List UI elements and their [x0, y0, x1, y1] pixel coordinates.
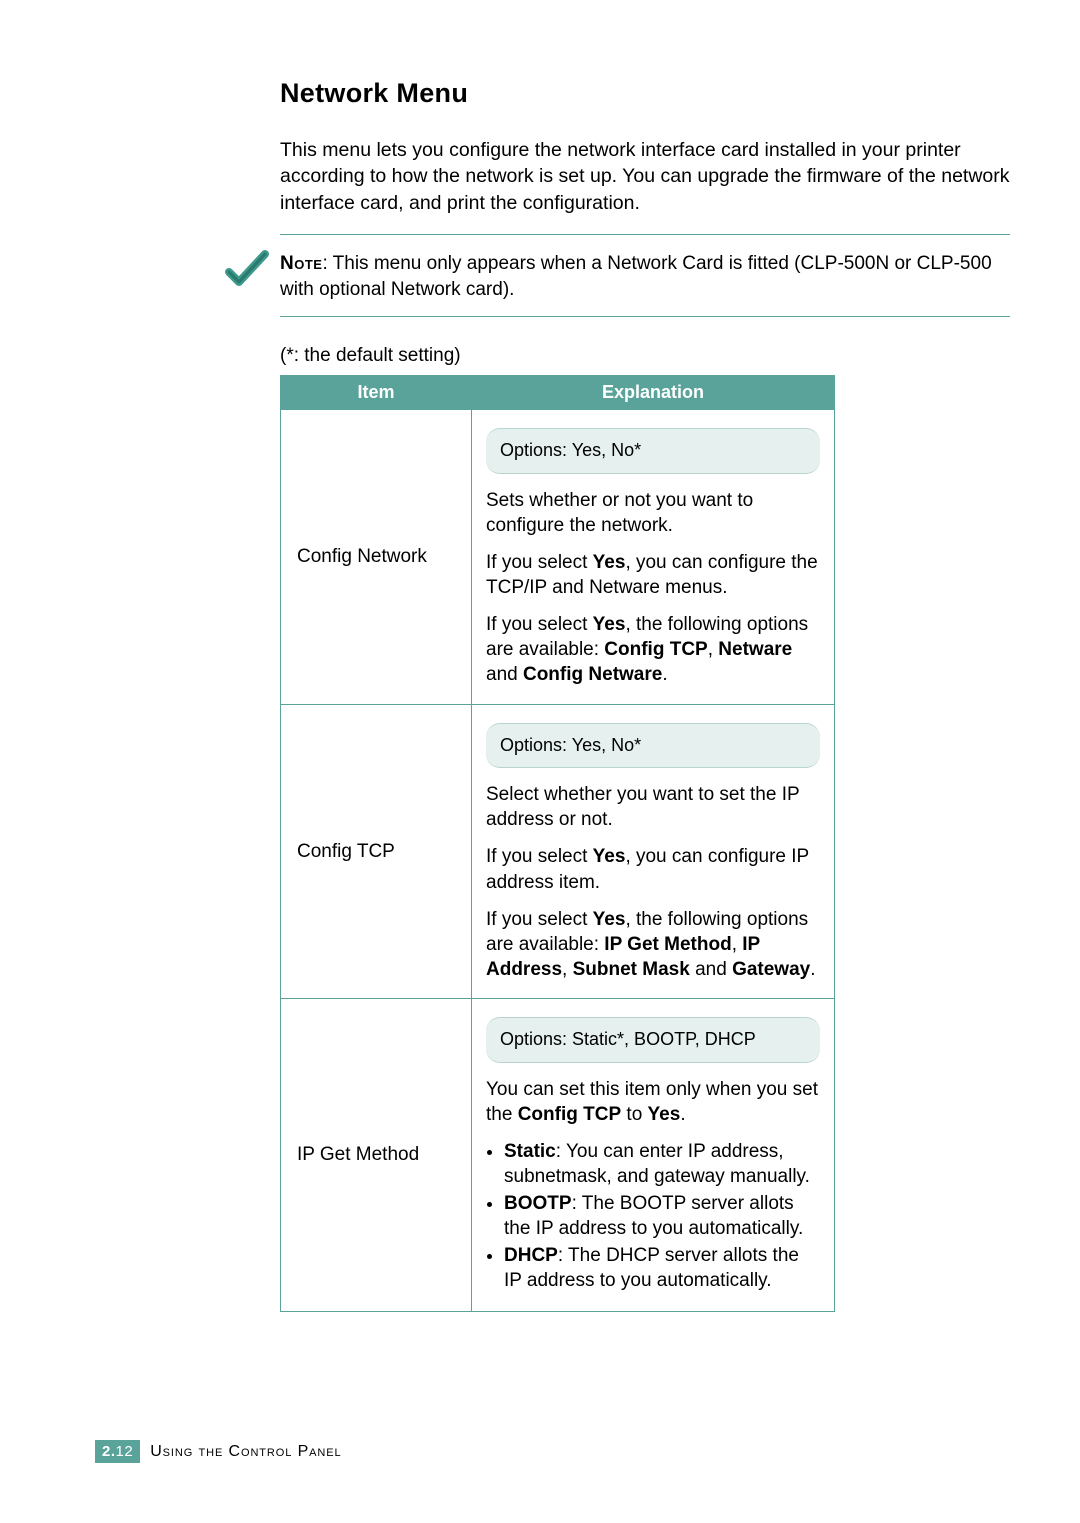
page-number-badge: 2.12 — [95, 1440, 140, 1463]
text: If you select — [486, 552, 593, 573]
options-box: Options: Static*, BOOTP, DHCP — [486, 1017, 820, 1063]
explanation-text: If you select Yes, you can configure the… — [486, 550, 820, 600]
item-cell: IP Get Method — [281, 998, 472, 1311]
explanation-text: You can set this item only when you set … — [486, 1077, 820, 1127]
item-cell: Config Network — [281, 410, 472, 704]
note-rule-bottom — [280, 316, 1010, 317]
bold-text: Config TCP — [518, 1104, 621, 1125]
bold-text: Static — [504, 1141, 556, 1162]
bold-text: Subnet Mask — [573, 959, 690, 980]
explanation-text: If you select Yes, the following options… — [486, 612, 820, 687]
default-marker: (*: the default setting) — [280, 345, 1010, 367]
options-table: Item Explanation Config Network Options:… — [280, 375, 835, 1312]
list-item: BOOTP: The BOOTP server allots the IP ad… — [504, 1191, 820, 1241]
explanation-text: Select whether you want to set the IP ad… — [486, 782, 820, 832]
text: , — [708, 639, 719, 660]
explanation-text: If you select Yes, the following options… — [486, 907, 820, 982]
bold-text: DHCP — [504, 1245, 558, 1266]
table-row: Config Network Options: Yes, No* Sets wh… — [281, 410, 835, 704]
list-item: DHCP: The DHCP server allots the IP addr… — [504, 1243, 820, 1293]
text: to — [621, 1104, 647, 1125]
page-footer: 2.12 Using the Control Panel — [95, 1440, 342, 1463]
text: If you select — [486, 614, 593, 635]
bold-text: IP Get Method — [604, 934, 731, 955]
text: and — [486, 664, 523, 685]
bold-text: Yes — [593, 909, 626, 930]
text: , — [562, 959, 573, 980]
bold-text: Config TCP — [604, 639, 707, 660]
bold-text: Netware — [718, 639, 792, 660]
text: . — [810, 959, 815, 980]
bold-text: Yes — [593, 846, 626, 867]
note-body: : This menu only appears when a Network … — [280, 253, 992, 300]
bullet-list: Static: You can enter IP address, subnet… — [486, 1139, 820, 1293]
item-cell: Config TCP — [281, 704, 472, 998]
content-column: Network Menu This menu lets you configur… — [280, 78, 1010, 1312]
table-head-item: Item — [281, 376, 472, 410]
explanation-text: Sets whether or not you want to configur… — [486, 488, 820, 538]
explanation-cell: Options: Yes, No* Sets whether or not yo… — [472, 410, 835, 704]
bold-text: Gateway — [732, 959, 810, 980]
intro-paragraph: This menu lets you configure the network… — [280, 137, 1010, 216]
table-row: Config TCP Options: Yes, No* Select whet… — [281, 704, 835, 998]
text: If you select — [486, 909, 593, 930]
options-box: Options: Yes, No* — [486, 428, 820, 474]
explanation-cell: Options: Yes, No* Select whether you wan… — [472, 704, 835, 998]
explanation-text: If you select Yes, you can configure IP … — [486, 844, 820, 894]
bold-text: Yes — [593, 614, 626, 635]
bold-text: Yes — [593, 552, 626, 573]
text: , — [732, 934, 743, 955]
bold-text: BOOTP — [504, 1193, 572, 1214]
page: Network Menu This menu lets you configur… — [0, 0, 1080, 1523]
note-text: Note: This menu only appears when a Netw… — [280, 251, 1010, 302]
page-number: 12 — [116, 1443, 134, 1460]
table-row: IP Get Method Options: Static*, BOOTP, D… — [281, 998, 835, 1311]
section-heading: Network Menu — [280, 78, 1010, 109]
text: . — [662, 664, 667, 685]
note-label: Note — [280, 253, 322, 274]
text: If you select — [486, 846, 593, 867]
options-box: Options: Yes, No* — [486, 723, 820, 769]
explanation-cell: Options: Static*, BOOTP, DHCP You can se… — [472, 998, 835, 1311]
checkmark-icon — [225, 248, 269, 292]
note-block: Note: This menu only appears when a Netw… — [280, 234, 1010, 317]
note-rule-top — [280, 234, 1010, 235]
bold-text: Yes — [648, 1104, 681, 1125]
chapter-title: Using the Control Panel — [150, 1443, 341, 1461]
table-head-explanation: Explanation — [472, 376, 835, 410]
list-item: Static: You can enter IP address, subnet… — [504, 1139, 820, 1189]
text: . — [680, 1104, 685, 1125]
bold-text: Config Netware — [523, 664, 662, 685]
text: and — [690, 959, 732, 980]
chapter-number: 2. — [102, 1443, 116, 1460]
